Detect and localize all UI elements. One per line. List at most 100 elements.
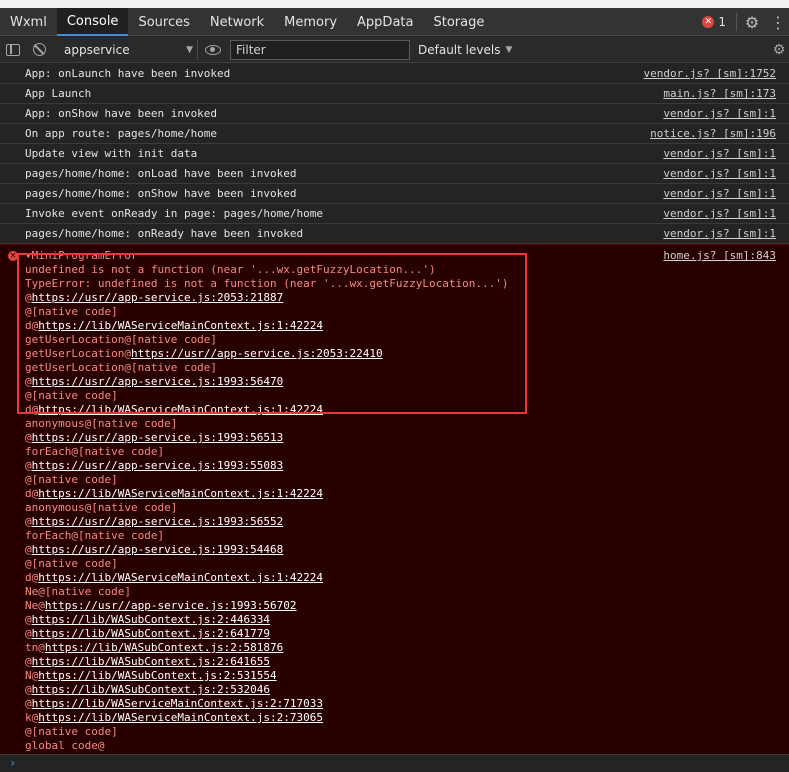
stack-line: anonymous@[native code] bbox=[25, 501, 789, 515]
stack-url-link[interactable]: https://usr//app-service.js:1993:55083 bbox=[32, 459, 284, 472]
stack-function: forEach@[native code] bbox=[25, 445, 165, 458]
stack-line: @https://lib/WASubContext.js:2:641779 bbox=[25, 627, 789, 641]
chevron-right-icon: › bbox=[9, 756, 17, 770]
stack-url-link[interactable]: https://lib/WASubContext.js:2:641779 bbox=[32, 627, 270, 640]
stack-function: @ bbox=[25, 291, 32, 304]
tab-wxml[interactable]: Wxml bbox=[0, 8, 57, 36]
stack-url-link[interactable]: https://lib/WAServiceMainContext.js:1:42… bbox=[38, 403, 323, 416]
live-expression-button[interactable] bbox=[198, 44, 228, 55]
devtools-tab-bar: Wxml Console Sources Network Memory AppData St… bbox=[0, 8, 789, 36]
stack-line: @[native code] bbox=[25, 473, 789, 487]
stack-url-link[interactable]: https://lib/WASubContext.js:2:446334 bbox=[32, 613, 270, 626]
console-settings-icon[interactable]: ⚙ bbox=[769, 42, 789, 58]
log-source-link[interactable]: vendor.js? [sm]:1 bbox=[663, 147, 776, 160]
log-source-link[interactable]: main.js? [sm]:173 bbox=[663, 87, 776, 100]
context-selector[interactable]: appservice ▼ bbox=[58, 39, 198, 60]
filter-input[interactable] bbox=[230, 39, 410, 60]
stack-function: @ bbox=[25, 515, 32, 528]
stack-function: @[native code] bbox=[25, 305, 118, 318]
tab-network[interactable]: Network bbox=[200, 8, 274, 36]
stack-function: getUserLocation@ bbox=[25, 347, 131, 360]
log-source-link[interactable]: notice.js? [sm]:196 bbox=[650, 127, 776, 140]
stack-url-link[interactable]: https://lib/WASubContext.js:2:532046 bbox=[32, 683, 270, 696]
stack-url-link[interactable]: https://usr//app-service.js:1993:56513 bbox=[32, 431, 284, 444]
tab-appdata[interactable]: AppData bbox=[347, 8, 423, 36]
log-source-link[interactable]: vendor.js? [sm]:1 bbox=[663, 187, 776, 200]
sidebar-toggle-icon bbox=[6, 43, 20, 56]
log-message: App: onShow have been invoked bbox=[25, 107, 218, 120]
stack-function: anonymous@[native code] bbox=[25, 417, 178, 430]
stack-url-link[interactable]: https://lib/WAServiceMainContext.js:2:73… bbox=[38, 711, 323, 724]
stack-function: @ bbox=[25, 627, 32, 640]
stack-function: @ bbox=[25, 431, 32, 444]
stack-trace: undefined is not a function (near '...wx… bbox=[25, 263, 789, 753]
clear-console-icon bbox=[32, 43, 46, 56]
stack-function: @ bbox=[25, 655, 32, 668]
clear-console-button[interactable] bbox=[26, 37, 52, 63]
stack-line: N@https://lib/WASubContext.js:2:531554 bbox=[25, 669, 789, 683]
stack-function: global code@ bbox=[25, 739, 105, 752]
stack-function: @[native code] bbox=[25, 473, 118, 486]
stack-function: @[native code] bbox=[25, 389, 118, 402]
tab-sources[interactable]: Sources bbox=[128, 8, 199, 36]
eye-icon bbox=[205, 44, 221, 55]
stack-url-link[interactable]: https://usr//app-service.js:2053:22410 bbox=[131, 347, 383, 360]
stack-line: getUserLocation@https://usr//app-service… bbox=[25, 347, 789, 361]
console-prompt[interactable]: › bbox=[0, 754, 789, 772]
stack-function: N@ bbox=[25, 669, 39, 682]
log-source-link[interactable]: vendor.js? [sm]:1752 bbox=[644, 67, 776, 80]
log-message: On app route: pages/home/home bbox=[25, 127, 218, 140]
stack-line: Ne@https://usr//app-service.js:1993:5670… bbox=[25, 599, 789, 613]
gear-icon[interactable]: ⚙ bbox=[737, 8, 767, 36]
error-count-badge[interactable]: ✕ 1 bbox=[692, 8, 736, 36]
stack-url-link[interactable]: https://lib/WAServiceMainContext.js:2:71… bbox=[32, 697, 323, 710]
stack-function: @ bbox=[25, 543, 32, 556]
stack-line: anonymous@[native code] bbox=[25, 417, 789, 431]
stack-function: @ bbox=[25, 375, 32, 388]
stack-url-link[interactable]: https://usr//app-service.js:1993:56552 bbox=[32, 515, 284, 528]
stack-function: d@ bbox=[25, 403, 39, 416]
log-list: App: onLaunch have been invoked vendor.js… bbox=[0, 64, 789, 244]
stack-function: d@ bbox=[25, 319, 39, 332]
stack-url-link[interactable]: https://lib/WAServiceMainContext.js:1:42… bbox=[38, 571, 323, 584]
stack-url-link[interactable]: https://usr//app-service.js:1993:56470 bbox=[32, 375, 284, 388]
stack-line: TypeError: undefined is not a function (… bbox=[25, 277, 789, 291]
stack-url-link[interactable]: https://usr//app-service.js:1993:56702 bbox=[45, 599, 297, 612]
log-levels-label: Default levels bbox=[418, 42, 501, 57]
tab-console[interactable]: Console bbox=[56, 8, 129, 36]
stack-url-link[interactable]: https://lib/WASubContext.js:2:641655 bbox=[32, 655, 270, 668]
stack-url-link[interactable]: https://lib/WASubContext.js:2:531554 bbox=[38, 669, 276, 682]
stack-function: @ bbox=[25, 459, 32, 472]
stack-line: @https://usr//app-service.js:1993:56513 bbox=[25, 431, 789, 445]
log-message: Update view with init data bbox=[25, 147, 198, 160]
log-source-link[interactable]: vendor.js? [sm]:1 bbox=[663, 207, 776, 220]
stack-function: d@ bbox=[25, 487, 39, 500]
stack-line: @https://lib/WASubContext.js:2:446334 bbox=[25, 613, 789, 627]
stack-line: @https://lib/WASubContext.js:2:532046 bbox=[25, 683, 789, 697]
stack-url-link[interactable]: https://lib/WAServiceMainContext.js:1:42… bbox=[38, 319, 323, 332]
log-row: pages/home/home: onLoad have been invoke… bbox=[0, 164, 789, 184]
tab-storage[interactable]: Storage bbox=[423, 8, 494, 36]
stack-url-link[interactable]: https://usr//app-service.js:1993:54468 bbox=[32, 543, 284, 556]
stack-url-link[interactable]: https://lib/WASubContext.js:2:581876 bbox=[45, 641, 283, 654]
stack-url-link[interactable]: https://usr//app-service.js:2053:21887 bbox=[32, 291, 284, 304]
dropdown-arrow-icon: ▼ bbox=[505, 44, 513, 55]
stack-line: d@https://lib/WAServiceMainContext.js:1:… bbox=[25, 487, 789, 501]
tab-memory[interactable]: Memory bbox=[274, 8, 347, 36]
log-source-link[interactable]: vendor.js? [sm]:1 bbox=[663, 107, 776, 120]
stack-line: d@https://lib/WAServiceMainContext.js:1:… bbox=[25, 319, 789, 333]
stack-line: forEach@[native code] bbox=[25, 529, 789, 543]
sidebar-toggle-button[interactable] bbox=[0, 37, 26, 63]
stack-url-link[interactable]: https://lib/WAServiceMainContext.js:1:42… bbox=[38, 487, 323, 500]
stack-line: undefined is not a function (near '...wx… bbox=[25, 263, 789, 277]
stack-function: d@ bbox=[25, 571, 39, 584]
stack-line: @https://lib/WAServiceMainContext.js:2:7… bbox=[25, 697, 789, 711]
log-levels-dropdown[interactable]: Default levels ▼ bbox=[418, 43, 512, 57]
stack-line: d@https://lib/WAServiceMainContext.js:1:… bbox=[25, 403, 789, 417]
log-source-link[interactable]: vendor.js? [sm]:1 bbox=[663, 167, 776, 180]
more-options-icon[interactable]: ⋮ bbox=[767, 8, 789, 36]
stack-function: getUserLocation@[native code] bbox=[25, 333, 218, 346]
log-row: pages/home/home: onReady have been invok… bbox=[0, 224, 789, 244]
error-source-link[interactable]: home.js? [sm]:843 bbox=[663, 249, 776, 262]
log-source-link[interactable]: vendor.js? [sm]:1 bbox=[663, 227, 776, 240]
